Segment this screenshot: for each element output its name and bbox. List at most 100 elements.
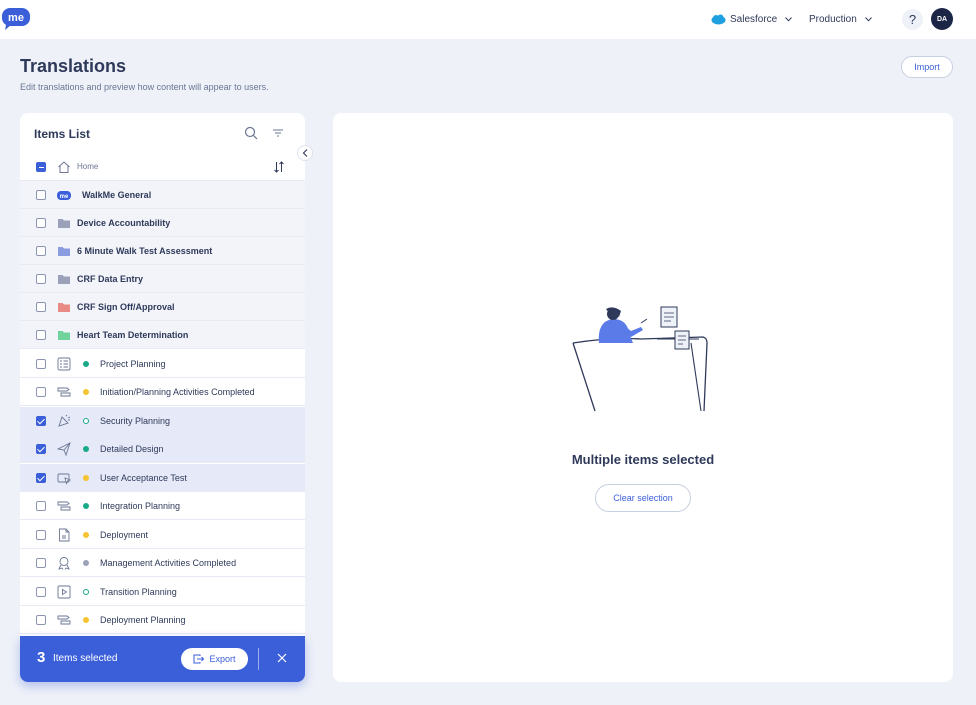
user-avatar[interactable]: DA bbox=[931, 8, 953, 30]
folder-icon bbox=[58, 330, 70, 340]
chevron-down-icon bbox=[864, 17, 872, 22]
row-checkbox[interactable] bbox=[36, 273, 46, 284]
folder-row[interactable]: Device Accountability bbox=[20, 209, 305, 237]
status-dot bbox=[83, 360, 89, 367]
selection-action-bar: 3 Items selected Export bbox=[20, 636, 305, 682]
folder-row[interactable]: CRF Sign Off/Approval bbox=[20, 293, 305, 321]
folder-label: Heart Team Determination bbox=[77, 329, 189, 340]
list-item[interactable]: Deployment bbox=[20, 521, 305, 549]
status-dot bbox=[83, 616, 89, 623]
item-label: Deployment bbox=[100, 529, 149, 540]
folder-icon bbox=[58, 218, 70, 228]
folder-row[interactable]: me WalkMe General bbox=[20, 181, 305, 209]
status-dot bbox=[83, 559, 89, 566]
folder-row[interactable]: 6 Minute Walk Test Assessment bbox=[20, 237, 305, 265]
item-label: User Acceptance Test bbox=[100, 472, 187, 483]
page-subtitle: Edit translations and preview how conten… bbox=[20, 82, 269, 92]
row-checkbox[interactable] bbox=[36, 415, 46, 426]
items-list-title: Items List bbox=[34, 127, 91, 141]
list-item[interactable]: Project Planning bbox=[20, 350, 305, 378]
collapse-panel-button[interactable] bbox=[297, 145, 313, 161]
folder-label: WalkMe General bbox=[82, 189, 152, 200]
folder-row[interactable]: Heart Team Determination bbox=[20, 321, 305, 349]
status-dot bbox=[83, 474, 89, 481]
row-checkbox[interactable] bbox=[36, 500, 46, 511]
filter-icon[interactable] bbox=[272, 127, 284, 139]
video-icon bbox=[57, 585, 71, 598]
list-item[interactable]: Detailed Design bbox=[20, 435, 305, 463]
export-icon bbox=[193, 654, 205, 664]
svg-text:me: me bbox=[8, 12, 24, 24]
system-selector[interactable]: Salesforce bbox=[711, 0, 793, 39]
row-checkbox[interactable] bbox=[36, 586, 46, 597]
row-checkbox[interactable] bbox=[36, 472, 46, 483]
export-label: Export bbox=[209, 654, 236, 664]
preview-panel: Multiple items selected Clear selection bbox=[333, 113, 953, 682]
item-label: Project Planning bbox=[100, 358, 166, 369]
list-item[interactable]: Integration Planning bbox=[20, 492, 305, 520]
row-checkbox[interactable] bbox=[36, 386, 46, 397]
folder-label: CRF Sign Off/Approval bbox=[77, 301, 175, 312]
row-checkbox[interactable] bbox=[36, 301, 46, 312]
item-label: Deployment Planning bbox=[100, 614, 186, 625]
smarttip-icon bbox=[57, 473, 71, 485]
top-bar: me Salesforce Production ? DA bbox=[0, 0, 976, 39]
select-all-checkbox[interactable] bbox=[36, 161, 46, 172]
flow-icon bbox=[57, 501, 71, 510]
status-dot bbox=[83, 417, 89, 424]
walkme-logo-icon: me bbox=[57, 190, 71, 200]
clear-selection-button[interactable]: Clear selection bbox=[595, 484, 691, 512]
folder-label: Device Accountability bbox=[77, 217, 171, 228]
person-at-desk-illustration bbox=[572, 306, 708, 412]
folder-label: CRF Data Entry bbox=[77, 273, 144, 284]
home-icon bbox=[58, 160, 70, 173]
row-checkbox[interactable] bbox=[36, 217, 46, 228]
row-checkbox[interactable] bbox=[36, 245, 46, 256]
sort-icon[interactable] bbox=[273, 160, 285, 173]
status-dot bbox=[83, 588, 89, 595]
walkme-logo-icon[interactable]: me bbox=[2, 8, 30, 30]
folder-icon bbox=[58, 274, 70, 284]
item-label: Integration Planning bbox=[100, 500, 181, 511]
import-button[interactable]: Import bbox=[901, 56, 953, 78]
launcher-icon bbox=[57, 441, 71, 456]
folder-icon bbox=[58, 246, 70, 256]
breadcrumb-home[interactable]: Home bbox=[77, 162, 98, 171]
survey-icon bbox=[58, 556, 70, 570]
item-label: Management Activities Completed bbox=[100, 557, 237, 568]
row-checkbox[interactable] bbox=[36, 358, 46, 369]
list-item[interactable]: Deployment Planning bbox=[20, 606, 305, 634]
folder-icon bbox=[58, 302, 70, 312]
row-checkbox[interactable] bbox=[36, 443, 46, 454]
help-button[interactable]: ? bbox=[902, 9, 923, 30]
list-item[interactable]: Management Activities Completed bbox=[20, 549, 305, 577]
divider bbox=[258, 648, 259, 670]
row-checkbox[interactable] bbox=[36, 614, 46, 625]
row-checkbox[interactable] bbox=[36, 529, 46, 540]
checklist-icon bbox=[57, 357, 71, 370]
chevron-left-icon bbox=[302, 149, 308, 157]
svg-text:me: me bbox=[60, 194, 69, 200]
selected-text: Items selected bbox=[53, 653, 118, 664]
item-label: Security Planning bbox=[100, 415, 171, 426]
item-label: Detailed Design bbox=[100, 443, 164, 454]
status-dot bbox=[83, 388, 89, 395]
export-button[interactable]: Export bbox=[181, 648, 248, 670]
row-checkbox[interactable] bbox=[36, 329, 46, 340]
close-icon[interactable] bbox=[275, 651, 289, 665]
item-label: Initiation/Planning Activities Completed bbox=[100, 386, 255, 397]
flow-icon bbox=[57, 387, 71, 396]
flow-icon bbox=[57, 615, 71, 624]
list-item[interactable]: Transition Planning bbox=[20, 578, 305, 606]
list-item[interactable]: Security Planning bbox=[20, 407, 305, 435]
list-item[interactable]: User Acceptance Test bbox=[20, 464, 305, 492]
row-checkbox[interactable] bbox=[36, 189, 46, 200]
search-icon[interactable] bbox=[244, 126, 258, 140]
folder-row[interactable]: CRF Data Entry bbox=[20, 265, 305, 293]
list-item[interactable]: Initiation/Planning Activities Completed bbox=[20, 378, 305, 406]
multiple-selected-title: Multiple items selected bbox=[571, 452, 715, 467]
status-dot bbox=[83, 445, 89, 452]
home-row[interactable]: Home bbox=[20, 153, 305, 181]
environment-selector[interactable]: Production bbox=[809, 0, 872, 39]
row-checkbox[interactable] bbox=[36, 557, 46, 568]
